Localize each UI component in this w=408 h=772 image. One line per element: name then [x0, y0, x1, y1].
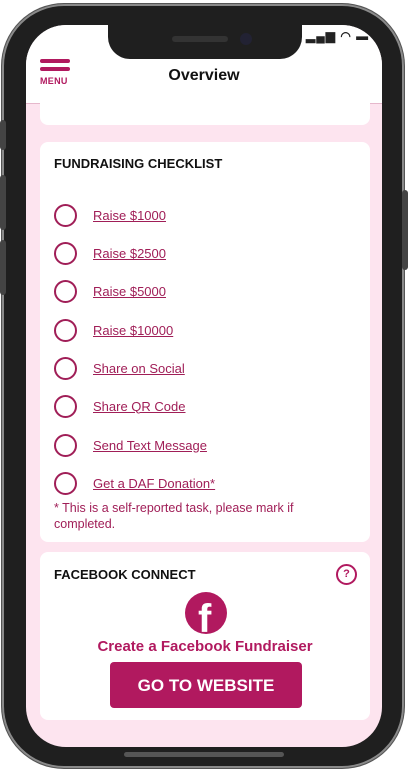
facebook-connect-title: FACEBOOK CONNECT [54, 567, 196, 582]
checklist-item-send-text[interactable]: Send Text Message [54, 431, 207, 459]
checklist-item-raise-10000[interactable]: Raise $10000 [54, 316, 173, 344]
page-title: Overview [168, 67, 240, 84]
battery-icon: ▬ [356, 29, 370, 43]
side-button [0, 240, 6, 295]
facebook-logo-letter: f [198, 597, 212, 634]
home-indicator [124, 752, 284, 757]
side-button [402, 190, 408, 270]
checklist-item-link[interactable]: Raise $1000 [93, 208, 166, 223]
checklist-item-raise-2500[interactable]: Raise $2500 [54, 239, 166, 267]
previous-card-edge [40, 95, 370, 125]
checklist-item-raise-1000[interactable]: Raise $1000 [54, 201, 166, 229]
empty-circle-icon[interactable] [54, 471, 77, 495]
checklist-item-link[interactable]: Send Text Message [93, 438, 207, 453]
checklist-item-raise-5000[interactable]: Raise $5000 [54, 277, 166, 305]
checklist-item-link[interactable]: Get a DAF Donation* [93, 476, 215, 491]
checklist-item-link[interactable]: Raise $2500 [93, 246, 166, 261]
wifi-icon: ◠ [340, 29, 352, 43]
facebook-connect-card: FACEBOOK CONNECT ? f Create a Facebook F… [40, 552, 370, 720]
hamburger-icon [40, 59, 70, 63]
checklist-item-share-qr[interactable]: Share QR Code [54, 392, 186, 420]
side-button [0, 120, 6, 150]
camera-icon [240, 33, 252, 45]
empty-circle-icon[interactable] [54, 356, 77, 380]
signal-icon: ▂▄▆ [306, 29, 336, 43]
self-reported-note: * This is a self-reported task, please m… [54, 501, 294, 531]
checklist-item-link[interactable]: Share on Social [93, 361, 185, 376]
checklist-item-link[interactable]: Raise $5000 [93, 284, 166, 299]
empty-circle-icon[interactable] [54, 318, 77, 342]
checklist-item-link[interactable]: Share QR Code [93, 399, 186, 414]
empty-circle-icon[interactable] [54, 203, 77, 227]
go-to-website-button[interactable]: GO TO WEBSITE [110, 662, 302, 708]
fundraising-checklist-card: FUNDRAISING CHECKLIST Raise $1000 Raise … [40, 142, 370, 542]
empty-circle-icon[interactable] [54, 433, 77, 457]
question-circle-icon[interactable]: ? [336, 564, 357, 585]
checklist-title: FUNDRAISING CHECKLIST [54, 156, 223, 171]
checklist-item-share-social[interactable]: Share on Social [54, 354, 185, 382]
empty-circle-icon[interactable] [54, 241, 77, 265]
app-screen: MENU Overview FUNDRAISING CHECKLIST Rais… [26, 25, 382, 747]
speaker-grille [172, 36, 228, 42]
phone-notch [108, 25, 302, 59]
checklist-item-daf-donation[interactable]: Get a DAF Donation* [54, 469, 215, 497]
create-fundraiser-caption: Create a Facebook Fundraiser [97, 638, 313, 655]
checklist-item-link[interactable]: Raise $10000 [93, 323, 173, 338]
side-button [0, 175, 6, 230]
facebook-logo-icon: f [185, 592, 227, 634]
empty-circle-icon[interactable] [54, 279, 77, 303]
empty-circle-icon[interactable] [54, 394, 77, 418]
status-bar-icons: ▂▄▆ ◠ ▬ [306, 29, 369, 43]
